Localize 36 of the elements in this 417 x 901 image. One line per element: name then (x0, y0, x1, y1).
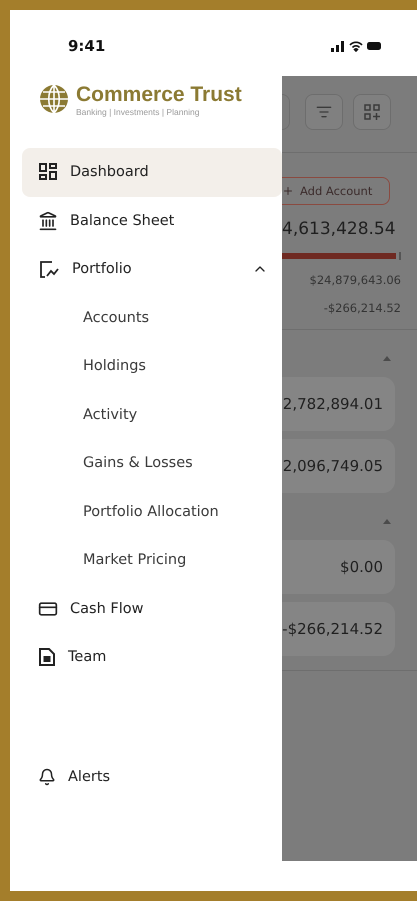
nav-subitem[interactable]: Gains & Losses (22, 439, 282, 488)
filter-button[interactable] (305, 94, 343, 130)
nav-subitem[interactable]: Accounts (22, 294, 282, 342)
total-amount: 4,613,428.54 (282, 219, 397, 239)
plus-icon (282, 185, 294, 197)
nav-item[interactable]: Cash Flow (22, 584, 282, 633)
bank-icon (38, 210, 58, 231)
caret-up-icon[interactable] (383, 519, 391, 524)
amount-card[interactable]: -$266,214.52 (282, 602, 395, 656)
brand-tagline: Banking | Investments | Planning (76, 107, 200, 117)
globe-logo-icon (38, 83, 70, 115)
caret-up-icon[interactable] (383, 356, 391, 361)
nav-item[interactable]: Team (22, 633, 282, 682)
chart-icon (38, 259, 60, 280)
filter-icon (316, 104, 332, 120)
bell-icon (38, 768, 56, 786)
add-widget-button[interactable] (353, 94, 391, 130)
nav-subitem[interactable]: Market Pricing (22, 536, 282, 584)
amount-card[interactable]: 2,782,894.01 (282, 377, 395, 431)
nav-item[interactable]: Portfolio (22, 245, 282, 294)
status-time: 9:41 (68, 37, 106, 55)
grid-plus-icon (363, 103, 381, 121)
liabilities-amount: -$266,214.52 (324, 301, 401, 315)
nav-item[interactable]: Balance Sheet (22, 196, 282, 245)
grid-icon (38, 162, 58, 182)
amount-card[interactable]: $0.00 (282, 540, 395, 594)
status-icons (331, 40, 383, 52)
nav-subitem[interactable]: Holdings (22, 342, 282, 390)
nav-subitem[interactable]: Activity (22, 390, 282, 439)
nav-subitem[interactable]: Portfolio Allocation (22, 488, 282, 536)
contact-file-icon (38, 647, 56, 668)
amount-card[interactable]: 2,096,749.05 (282, 439, 395, 493)
assets-amount: $24,879,643.06 (310, 273, 401, 287)
nav-item[interactable]: Dashboard (22, 148, 282, 196)
nav-item[interactable]: Alerts (22, 752, 282, 801)
brand-name: Commerce Trust (76, 83, 242, 107)
